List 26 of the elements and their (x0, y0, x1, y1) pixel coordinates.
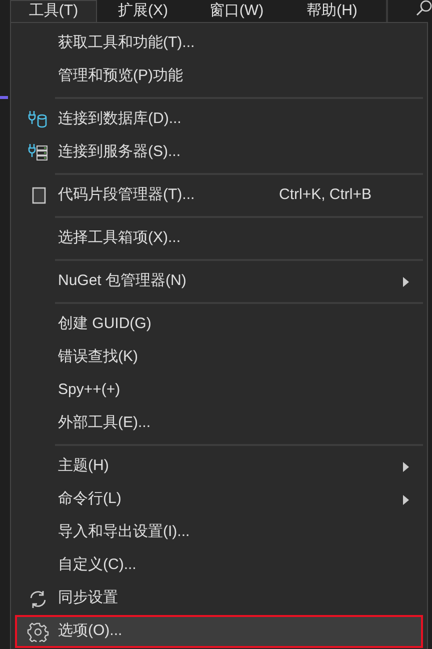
menu-item[interactable]: 外部工具(E)... (15, 407, 423, 440)
menu-item[interactable]: 错误查找(K) (15, 341, 423, 374)
menu-bar-item[interactable]: 窗口(W) (189, 0, 284, 22)
menu-item[interactable]: 管理和预览(P)功能 (15, 60, 423, 93)
menu-item[interactable]: 代码片段管理器(T)... Ctrl+K, Ctrl+B (15, 179, 423, 212)
menu-item[interactable]: 同步设置 (15, 582, 423, 615)
menu-item[interactable]: 连接到数据库(D)... (15, 103, 423, 136)
menu-item[interactable]: 获取工具和功能(T)... (15, 27, 423, 60)
search-icon[interactable] (416, 0, 432, 16)
shortcut-label: Ctrl+K, Ctrl+B (279, 185, 372, 206)
menu-item[interactable]: 导入和导出设置(I)... (15, 516, 423, 549)
menu-item[interactable]: 自定义(C)... (15, 549, 423, 582)
menu-bar-item[interactable]: 帮助(H) (284, 0, 380, 22)
server-plug-icon (26, 142, 48, 162)
menu-item[interactable]: Spy++(+) (15, 374, 423, 407)
menu-item[interactable]: 命令行(L) (15, 483, 423, 516)
database-plug-icon (26, 110, 48, 130)
menu-item[interactable]: 选择工具箱项(X)... (15, 222, 423, 255)
menu-item[interactable]: 主题(H) (15, 450, 423, 483)
settings-icon (26, 622, 48, 642)
menu-bar-item[interactable]: 工具(T) (10, 0, 97, 22)
menu-bar-item[interactable]: 扩展(X) (97, 0, 189, 22)
menu-item[interactable]: NuGet 包管理器(N) (15, 265, 423, 298)
menu-item[interactable]: 选项(O)... (15, 615, 423, 648)
menu-item[interactable]: 连接到服务器(S)... (15, 136, 423, 169)
menu-item[interactable]: 创建 GUID(G) (15, 308, 423, 341)
